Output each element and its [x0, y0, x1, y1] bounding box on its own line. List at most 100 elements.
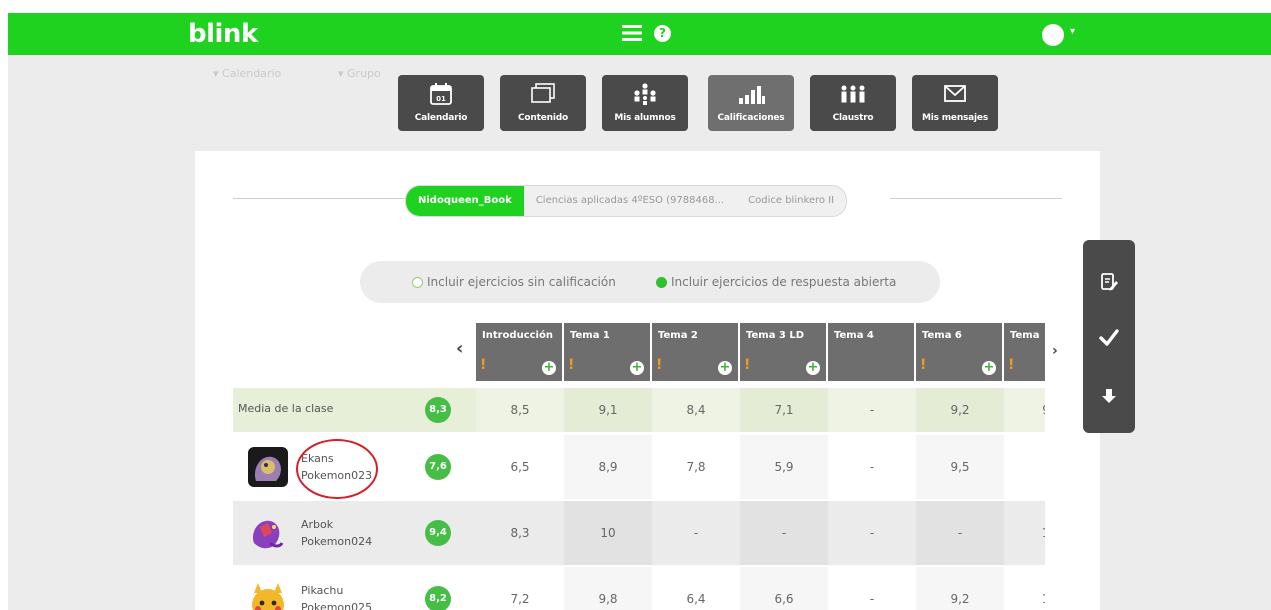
column-header[interactable]: Introducción ! + — [476, 323, 562, 381]
grade-cell[interactable]: 8,3 — [476, 501, 564, 565]
grade-cell[interactable]: 9, — [1004, 388, 1045, 432]
toolbar-label: Calendario — [414, 113, 468, 123]
students-icon — [602, 82, 688, 106]
edit-note-button[interactable] — [1083, 262, 1135, 302]
grade-cell[interactable]: 1( — [1004, 501, 1045, 565]
approve-button[interactable] — [1083, 318, 1135, 358]
warning-icon: ! — [920, 357, 927, 373]
user-avatar[interactable] — [1042, 24, 1064, 46]
calendar-icon: 01 — [398, 82, 484, 106]
add-circle-icon[interactable]: + — [718, 361, 732, 375]
next-columns-arrow[interactable]: › — [1052, 343, 1058, 359]
grade-cell[interactable]: 8,5 — [476, 388, 564, 432]
side-actions — [1083, 240, 1135, 433]
grade-cell[interactable]: 7,1 — [740, 388, 828, 432]
class-average-row: Media de la clase 8,3 8,5 9,1 8,4 7,1 - … — [233, 388, 1045, 432]
grade-cell[interactable]: 8,4 — [652, 388, 740, 432]
grade-cell[interactable]: - — [828, 388, 916, 432]
grade-cell[interactable]: 6,6 — [740, 567, 828, 610]
checkmark-icon — [1099, 329, 1119, 346]
grade-cell[interactable]: - — [828, 435, 916, 499]
filter-unrated-label: Incluir ejercicios sin calificación — [427, 275, 616, 289]
column-header[interactable]: Tema 4 — [828, 323, 914, 381]
filters-bar: Incluir ejercicios sin calificación Incl… — [360, 261, 940, 303]
app-window: blink ? ▾ ▾ Calendario ▾ Grupo 01 Calend… — [8, 13, 1271, 610]
teachers-icon — [810, 82, 896, 106]
column-header[interactable]: Tema 6 ! + — [916, 323, 1002, 381]
column-title: Tema 2 — [658, 330, 698, 341]
download-button[interactable] — [1083, 376, 1135, 416]
filter-unrated[interactable]: Incluir ejercicios sin calificación — [412, 275, 616, 289]
divider — [233, 198, 405, 199]
toolbar-contenido-button[interactable]: Contenido — [500, 75, 586, 131]
column-title: Introducción — [482, 330, 553, 341]
add-circle-icon[interactable]: + — [806, 361, 820, 375]
filter-open-label: Incluir ejercicios de respuesta abierta — [671, 275, 897, 289]
add-circle-icon[interactable]: + — [982, 361, 996, 375]
grade-cell[interactable]: 9,8 — [564, 567, 652, 610]
grade-cell[interactable]: 7 — [1004, 435, 1045, 499]
column-header[interactable]: Tema 3 LD ! + — [740, 323, 826, 381]
column-title: Tema 1 — [570, 330, 610, 341]
grade-cell[interactable]: 9,2 — [916, 388, 1004, 432]
grade-cell[interactable]: - — [828, 567, 916, 610]
grade-cell[interactable]: 6,4 — [652, 567, 740, 610]
grade-cell[interactable]: 10 — [564, 501, 652, 565]
blink-logo[interactable]: blink — [188, 19, 258, 49]
toolbar-label: Mis mensajes — [922, 113, 988, 123]
student-name[interactable]: Arbok — [301, 517, 333, 533]
radio-checked-icon[interactable] — [656, 276, 667, 288]
course-tab-nidoqueen[interactable]: Nidoqueen_Book — [406, 186, 524, 216]
radio-unchecked-icon[interactable] — [412, 276, 423, 288]
filter-open-answer[interactable]: Incluir ejercicios de respuesta abierta — [656, 275, 896, 289]
warning-icon: ! — [1008, 357, 1015, 373]
grade-cell[interactable]: - — [652, 501, 740, 565]
add-circle-icon[interactable]: + — [542, 361, 556, 375]
grade-cell[interactable]: 7,8 — [652, 435, 740, 499]
toolbar-label: Claustro — [832, 113, 874, 123]
toolbar-label: Mis alumnos — [614, 113, 676, 123]
grade-cell[interactable]: 7,2 — [476, 567, 564, 610]
edit-note-icon — [1101, 273, 1118, 291]
grade-cell[interactable]: - — [828, 501, 916, 565]
grade-cell[interactable]: 9,2 — [916, 567, 1004, 610]
top-bar: blink ? ▾ — [8, 13, 1271, 55]
student-name[interactable]: Pikachu — [301, 583, 343, 599]
column-header[interactable]: Tema 1 ! + — [564, 323, 650, 381]
student-row[interactable]: Arbok Pokemon024 9,4 8,3 10 - - - - 1( — [233, 501, 1045, 565]
ekans-avatar — [248, 447, 288, 487]
grade-cell[interactable]: 8,9 — [564, 435, 652, 499]
help-icon[interactable]: ? — [654, 25, 671, 42]
grade-cell[interactable]: - — [916, 501, 1004, 565]
download-arrow-icon — [1102, 389, 1116, 403]
column-header[interactable]: Tema ! — [1004, 323, 1045, 381]
course-tab-ciencias[interactable]: Ciencias aplicadas 4ºESO (9788468... — [524, 186, 736, 216]
grade-cell[interactable]: - — [740, 501, 828, 565]
column-header[interactable]: Tema 2 ! + — [652, 323, 738, 381]
chevron-down-icon[interactable]: ▾ — [1070, 26, 1075, 37]
pikachu-avatar — [248, 581, 288, 610]
course-tab-codice[interactable]: Codice blinkero II — [736, 186, 846, 216]
toolbar-calendario-button[interactable]: 01 Calendario — [398, 75, 484, 131]
course-tabs: Nidoqueen_Book Ciencias aplicadas 4ºESO … — [405, 185, 848, 217]
toolbar-claustro-button[interactable]: Claustro — [810, 75, 896, 131]
grade-cell[interactable]: 1( — [1004, 567, 1045, 610]
toolbar-mis-mensajes-button[interactable]: Mis mensajes — [912, 75, 998, 131]
toolbar-calificaciones-button[interactable]: Calificaciones — [708, 75, 794, 131]
grade-cell[interactable]: 6,5 — [476, 435, 564, 499]
toolbar-mis-alumnos-button[interactable]: Mis alumnos — [602, 75, 688, 131]
bar-chart-icon — [708, 82, 794, 106]
grade-cell[interactable]: 9,1 — [564, 388, 652, 432]
average-badge: 8,3 — [425, 397, 451, 423]
divider — [890, 198, 1062, 199]
student-row[interactable]: Pikachu Pokemon025 8,2 7,2 9,8 6,4 6,6 -… — [233, 567, 1045, 610]
add-circle-icon[interactable]: + — [630, 361, 644, 375]
grade-cell[interactable]: 9,5 — [916, 435, 1004, 499]
hamburger-menu-icon[interactable] — [622, 23, 644, 47]
arbok-avatar — [248, 513, 288, 553]
column-title: Tema 4 — [834, 330, 874, 341]
student-username: Pokemon024 — [301, 535, 373, 548]
column-title: Tema 3 LD — [746, 330, 805, 341]
grade-cell[interactable]: 5,9 — [740, 435, 828, 499]
column-headers: Introducción ! + Tema 1 ! + Tema 2 ! + T… — [476, 323, 1045, 381]
